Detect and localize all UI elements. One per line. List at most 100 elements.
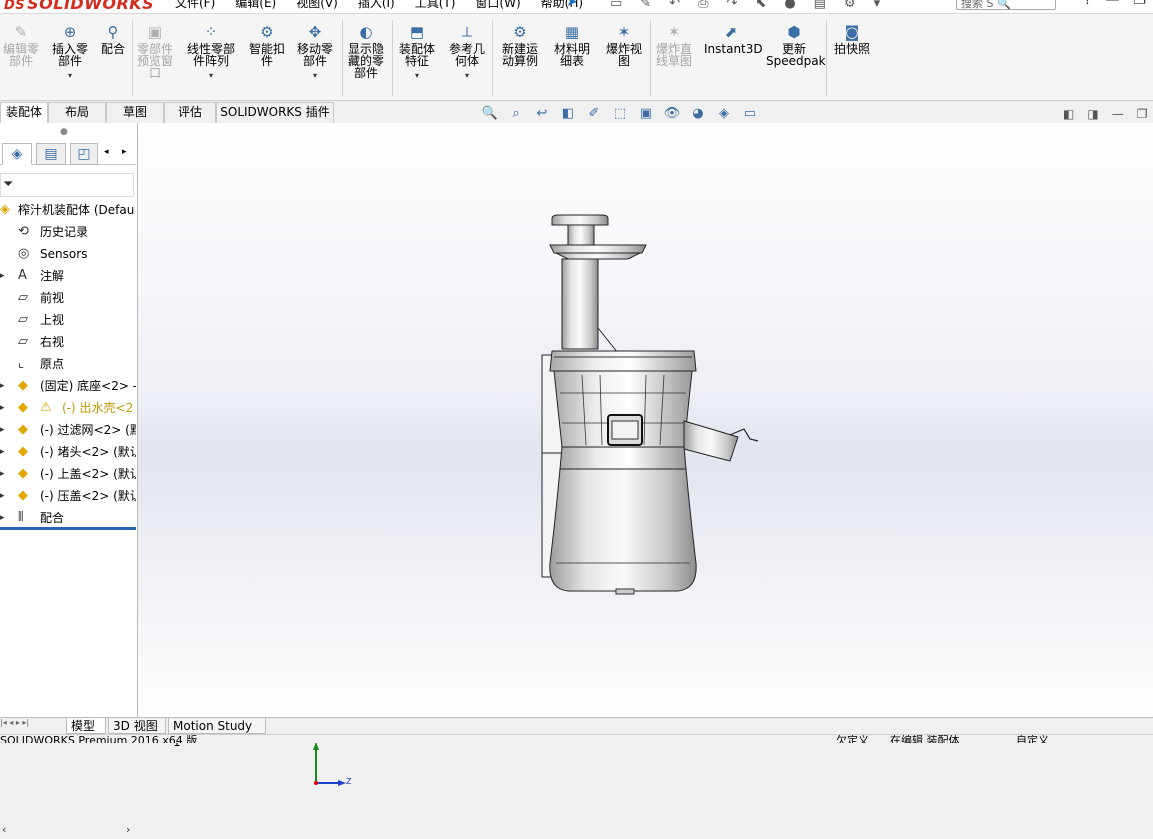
redo-icon[interactable]: ↷ — [727, 0, 738, 11]
view-settings-icon[interactable]: ▭ — [740, 106, 760, 124]
ribbon-button[interactable]: ▣ 零部件 预览窗 口 — [134, 24, 176, 79]
previous-view-icon[interactable]: ↩ — [532, 106, 552, 124]
panel-horizontal-scrollbar[interactable]: ‹ › — [0, 823, 137, 839]
tree-item[interactable]: ▱ 前视 — [0, 287, 136, 309]
tree-item[interactable]: ▸ ◆ (-) 压盖<2> (默认 — [0, 485, 136, 507]
tab-command[interactable]: 草图 — [106, 102, 164, 123]
help-icon[interactable]: ? — [1084, 0, 1091, 8]
dropdown-arrow-icon[interactable]: ▾ — [292, 70, 338, 82]
search-input[interactable]: 搜索 S 🔍 — [956, 0, 1056, 10]
dynamic-annotation-icon[interactable]: ✐ — [584, 106, 604, 124]
tree-item[interactable]: ⟲ 历史记录 — [0, 221, 136, 243]
options-gear-icon[interactable]: ⚙ — [844, 0, 856, 11]
minimize-icon[interactable]: — — [1105, 0, 1119, 8]
expand-icon[interactable]: ▸ — [0, 441, 5, 463]
tree-item[interactable]: ▸ ◆ (-) 上盖<2> (默认 — [0, 463, 136, 485]
options-dropdown-icon[interactable]: ▾ — [874, 0, 881, 11]
tree-item[interactable]: ▸ ⫴ 配合 — [0, 507, 136, 529]
rollback-bar[interactable] — [0, 527, 136, 530]
ribbon-button[interactable]: ✎ 编辑零 部件 — [2, 24, 40, 67]
ribbon-button[interactable]: ✶ 爆炸视 图 — [602, 24, 646, 67]
ribbon-button[interactable]: ⊕ 插入零 部件 ▾ — [50, 24, 90, 82]
tab-scroll-right-icon[interactable]: ▸ — [122, 147, 127, 157]
traffic-light-icon[interactable]: ● — [784, 0, 795, 11]
tab-command[interactable]: 评估 — [164, 102, 216, 123]
juicer-model[interactable] — [138, 123, 1153, 718]
feature-manager-tab-icon[interactable]: ◈ — [2, 143, 32, 165]
expand-icon[interactable]: ▸ — [0, 419, 5, 441]
tree-item[interactable]: ▱ 右视 — [0, 331, 136, 353]
panel-grip-icon[interactable]: ● — [60, 127, 68, 137]
menu-item[interactable]: 视图(V) — [296, 0, 338, 10]
expand-icon[interactable]: ▸ — [0, 507, 5, 529]
dropdown-arrow-icon[interactable]: ▾ — [182, 70, 240, 82]
new-document-icon[interactable]: ▭ — [610, 0, 622, 11]
doc-restore-icon[interactable]: ❐ — [1137, 107, 1148, 121]
first-tab-icon[interactable]: |◂ — [0, 718, 7, 727]
ribbon-button[interactable]: ◐ 显示隐 藏的零 部件 — [344, 24, 388, 79]
edit-appearance-icon[interactable]: ◕ — [688, 106, 708, 124]
bottom-tab[interactable]: 3D 视图 — [108, 718, 166, 734]
panel-right-icon[interactable]: ◨ — [1087, 107, 1098, 121]
ribbon-button[interactable]: ✶ 爆炸直 线草图 — [652, 24, 696, 67]
tab-assembly[interactable]: 装配体 — [0, 102, 48, 123]
zoom-to-area-icon[interactable]: ⌕ — [506, 106, 526, 124]
feature-tree-filter[interactable]: ⏷ — [0, 173, 134, 197]
scroll-right-icon[interactable]: › — [126, 823, 130, 836]
expand-icon[interactable]: ▸ — [0, 485, 5, 507]
apply-scene-icon[interactable]: ◈ — [714, 106, 734, 124]
tree-item[interactable]: ◎ Sensors — [0, 243, 136, 265]
ribbon-button[interactable]: ✥ 移动零 部件 ▾ — [292, 24, 338, 82]
print-icon[interactable]: ⎙ — [698, 0, 708, 11]
tree-item[interactable]: ▱ 上视 — [0, 309, 136, 331]
ribbon-button[interactable]: ⟂ 参考几 何体 ▾ — [446, 24, 488, 82]
select-icon[interactable]: ⬉ — [755, 0, 766, 11]
property-manager-tab-icon[interactable]: ▤ — [36, 143, 66, 165]
sketch-icon[interactable]: ✎ — [640, 0, 651, 11]
tab-command[interactable]: 布局 — [48, 102, 106, 123]
ribbon-button[interactable]: ⬒ 装配体 特征 ▾ — [396, 24, 438, 82]
tab-nav-arrows[interactable]: |◂ ◂ ▸ ▸| — [0, 718, 60, 734]
menu-item[interactable]: 窗口(W) — [475, 0, 520, 10]
bottom-tab[interactable]: 模型 — [66, 718, 106, 734]
menu-item[interactable]: 文件(F) — [175, 0, 215, 10]
zoom-to-fit-icon[interactable]: 🔍 — [480, 106, 500, 124]
tab-command[interactable]: SOLIDWORKS 插件 — [216, 102, 334, 123]
undo-icon[interactable]: ↶ — [669, 0, 680, 11]
scroll-left-icon[interactable]: ‹ — [2, 823, 6, 836]
dropdown-arrow-icon[interactable]: ▾ — [446, 70, 488, 82]
bottom-tab[interactable]: Motion Study 1 — [168, 718, 266, 749]
ribbon-button[interactable]: ⬢ 更新 Speedpak — [766, 24, 826, 67]
display-style-icon[interactable]: ▣ — [636, 106, 656, 124]
expand-icon[interactable]: ▸ — [0, 265, 5, 287]
ribbon-button[interactable]: ▦ 材料明 细表 — [550, 24, 594, 67]
menu-item[interactable]: 编辑(E) — [235, 0, 276, 10]
panel-left-icon[interactable]: ◧ — [1063, 107, 1074, 121]
dropdown-arrow-icon[interactable]: ▾ — [396, 70, 438, 82]
ribbon-button[interactable]: ⚙ 智能扣 件 — [248, 24, 286, 67]
tab-scroll-left-icon[interactable]: ◂ — [104, 147, 109, 157]
restore-icon[interactable]: ❐ — [1133, 0, 1146, 8]
ribbon-button[interactable]: ◙ 拍快照 — [830, 24, 874, 55]
ribbon-button[interactable]: ⬈ Instant3D — [704, 24, 763, 55]
last-tab-icon[interactable]: ▸| — [22, 718, 29, 727]
tree-item[interactable]: ▸ A 注解 — [0, 265, 136, 287]
hide-show-items-icon[interactable]: 👁 — [662, 106, 682, 124]
menu-item[interactable]: 工具(T) — [415, 0, 456, 10]
tree-root-assembly[interactable]: ◈ 榨汁机装配体 (Defau — [0, 199, 136, 221]
tree-item[interactable]: ⌞ 原点 — [0, 353, 136, 375]
ribbon-button[interactable]: ⁘ 线性零部 件阵列 ▾ — [182, 24, 240, 82]
expand-icon[interactable]: ▸ — [0, 397, 5, 419]
tree-item[interactable]: ▸ ◆ (-) 堵头<2> (默认 — [0, 441, 136, 463]
next-tab-icon[interactable]: ▸ — [16, 718, 20, 727]
tree-item[interactable]: ▸ ◆ (固定) 底座<2> - — [0, 375, 136, 397]
prev-tab-icon[interactable]: ◂ — [9, 718, 13, 727]
expand-icon[interactable]: ▸ — [0, 463, 5, 485]
dropdown-arrow-icon[interactable]: ▾ — [50, 70, 90, 82]
file-properties-icon[interactable]: ▤ — [814, 0, 826, 11]
expand-icon[interactable]: ▸ — [0, 375, 5, 397]
view-orientation-icon[interactable]: ⬚ — [610, 106, 630, 124]
configuration-manager-tab-icon[interactable]: ◰ — [70, 143, 98, 165]
tree-item[interactable]: ▸ ◆ ⚠ (-) 出水壳<2 — [0, 397, 136, 419]
ribbon-button[interactable]: ⚙ 新建运 动算例 — [498, 24, 542, 67]
